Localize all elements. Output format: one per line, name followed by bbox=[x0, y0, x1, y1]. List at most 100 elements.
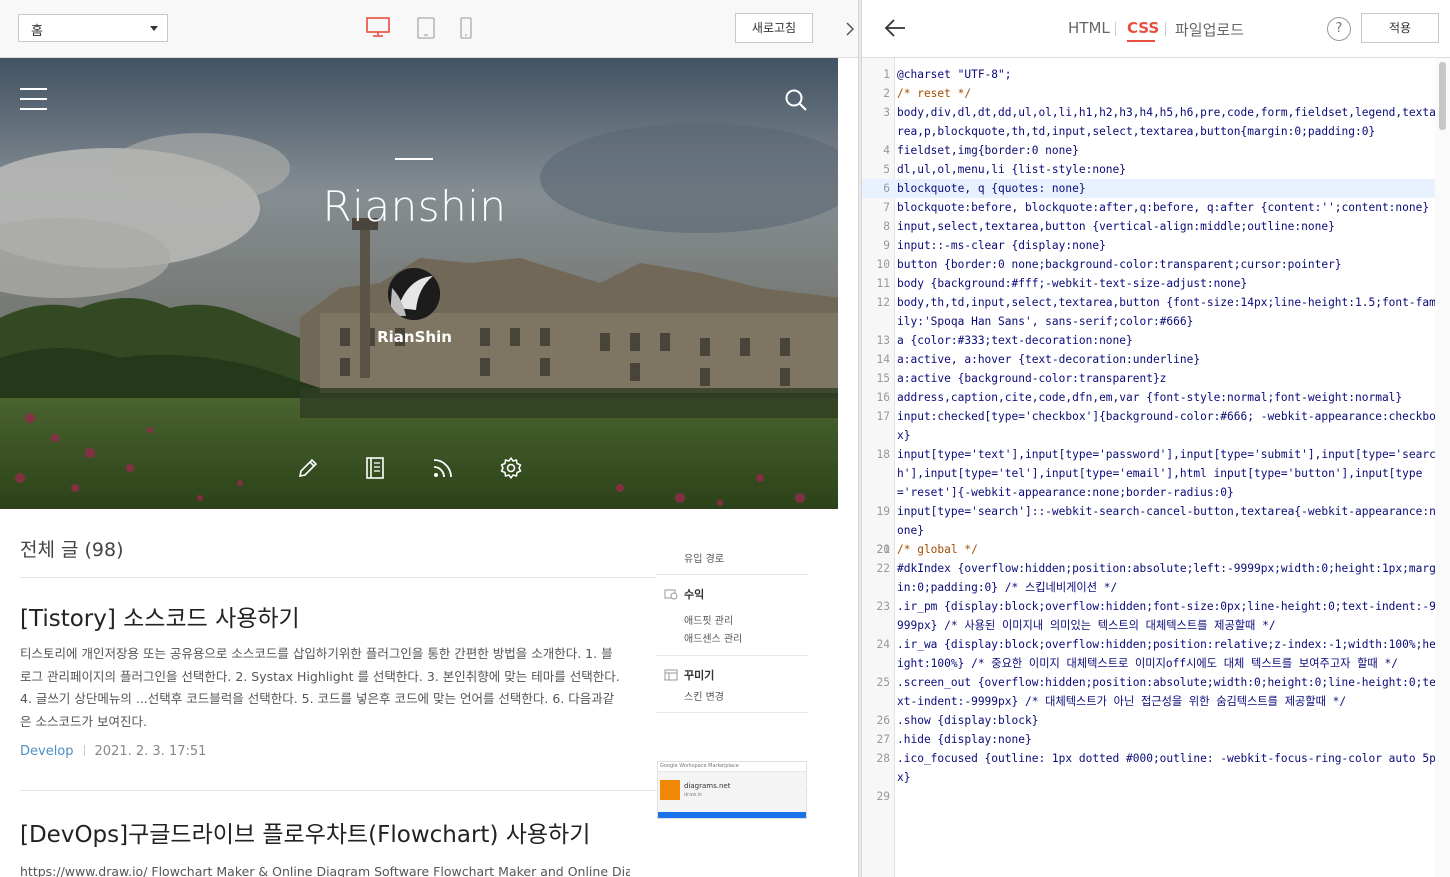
code-line[interactable]: 24 .ir_wa {display:block;overflow:hidden;… bbox=[862, 635, 1446, 673]
code-line[interactable]: 11 body {background:#fff;-webkit-text-siz… bbox=[862, 274, 1446, 293]
code-line[interactable]: 4 fieldset,img{border:0 none} bbox=[862, 141, 1446, 160]
code-line[interactable]: 12 body,th,td,input,select,textarea,butto… bbox=[862, 293, 1446, 331]
code-text[interactable]: input[type='search']::-webkit-search-can… bbox=[897, 502, 1437, 540]
code-line[interactable]: 8 input,select,textarea,button {vertical-… bbox=[862, 217, 1446, 236]
code-line[interactable]: 27 .hide {display:none} bbox=[862, 730, 1446, 749]
code-line[interactable]: 1 @charset "UTF-8"; bbox=[862, 65, 1446, 84]
revenue-icon bbox=[664, 589, 678, 600]
code-line[interactable]: 2 /* reset */ bbox=[862, 84, 1446, 103]
code-text[interactable]: body,div,dl,dt,dd,ul,ol,li,h1,h2,h3,h4,h… bbox=[897, 103, 1437, 141]
code-text[interactable]: blockquote:before, blockquote:after,q:be… bbox=[897, 198, 1437, 217]
gear-icon[interactable] bbox=[499, 456, 523, 480]
code-text[interactable]: input::-ms-clear {display:none} bbox=[897, 236, 1437, 255]
all-posts-heading: 전체 글 (98) bbox=[20, 539, 124, 561]
tab-file-upload[interactable]: 파일업로드 bbox=[1175, 19, 1244, 40]
code-text[interactable]: /* global */ bbox=[897, 540, 1437, 559]
code-line[interactable]: 14 a:active, a:hover {text-decoration:und… bbox=[862, 350, 1446, 369]
code-line[interactable]: 6 blockquote, q {quotes: none} bbox=[862, 179, 1446, 198]
code-line[interactable]: 28 .ico_focused {outline: 1px dotted #000… bbox=[862, 749, 1446, 787]
admin-dropdown-menu: 유입 경로 수익 애드핏 관리 애드센스 관리 꾸미기 스킨 변경 bbox=[656, 542, 808, 772]
code-text[interactable]: button {border:0 none;background-color:t… bbox=[897, 255, 1437, 274]
code-text[interactable]: dl,ul,ol,menu,li {list-style:none} bbox=[897, 160, 1437, 179]
menu-item-adsense[interactable]: 애드센스 관리 bbox=[684, 630, 742, 645]
code-line[interactable]: 23 .ir_pm {display:block;overflow:hidden;… bbox=[862, 597, 1446, 635]
search-icon[interactable] bbox=[784, 88, 808, 112]
menu-item-adfit[interactable]: 애드핏 관리 bbox=[684, 612, 733, 627]
code-line[interactable]: 26 .show {display:block} bbox=[862, 711, 1446, 730]
code-text[interactable]: @charset "UTF-8"; bbox=[897, 65, 1437, 84]
menu-icon[interactable] bbox=[20, 88, 47, 110]
post-excerpt[interactable]: https://www.draw.io/ Flowchart Maker & O… bbox=[20, 861, 630, 877]
code-text[interactable]: blockquote, q {quotes: none} bbox=[897, 179, 1437, 198]
scrollbar-thumb[interactable] bbox=[1439, 62, 1446, 130]
code-line[interactable]: 18 input[type='text'],input[type='passwor… bbox=[862, 445, 1446, 502]
post-excerpt[interactable]: 티스토리에 개인저장용 또는 공유용으로 소스코드를 삽입하기위한 플러그인을 … bbox=[20, 643, 624, 733]
code-text[interactable]: .show {display:block} bbox=[897, 711, 1437, 730]
code-text[interactable]: a {color:#333;text-decoration:none} bbox=[897, 331, 1437, 350]
code-text[interactable]: #dkIndex {overflow:hidden;position:absol… bbox=[897, 559, 1437, 597]
page-select[interactable]: 홈 bbox=[18, 14, 168, 42]
menu-item-revenue[interactable]: 수익 bbox=[684, 586, 704, 602]
blog-title[interactable]: Rianshin bbox=[0, 182, 829, 231]
code-text[interactable]: a:active {background-color:transparent}z bbox=[897, 369, 1437, 388]
code-text[interactable]: input[type='text'],input[type='password'… bbox=[897, 445, 1437, 502]
code-line[interactable]: 13 a {color:#333;text-decoration:none} bbox=[862, 331, 1446, 350]
tablet-view-icon[interactable] bbox=[417, 17, 435, 39]
code-line[interactable]: 22 #dkIndex {overflow:hidden;position:abs… bbox=[862, 559, 1446, 597]
post-date: 2021. 2. 3. 17:51 bbox=[94, 744, 207, 759]
code-text[interactable]: input,select,textarea,button {vertical-a… bbox=[897, 217, 1437, 236]
post-title[interactable]: [DevOps]구글드라이브 플로우차트(Flowchart) 사용하기 bbox=[20, 815, 590, 849]
code-text[interactable]: input:checked[type='checkbox']{backgroun… bbox=[897, 407, 1437, 445]
code-line[interactable]: 17 input:checked[type='checkbox']{backgro… bbox=[862, 407, 1446, 445]
mobile-view-icon[interactable] bbox=[460, 17, 472, 39]
menu-item-skin-change[interactable]: 스킨 변경 bbox=[684, 688, 724, 703]
code-editor[interactable]: 1 @charset "UTF-8"; 2 /* reset */ 3 body,div,… bbox=[862, 58, 1450, 877]
tab-html[interactable]: HTML bbox=[1068, 19, 1110, 37]
code-text[interactable]: .ico_focused {outline: 1px dotted #000;o… bbox=[897, 749, 1437, 787]
menu-item-decorate[interactable]: 꾸미기 bbox=[684, 667, 714, 683]
preview-toolbar: 홈 새로고침 bbox=[0, 0, 838, 58]
tab-css[interactable]: CSS bbox=[1127, 19, 1159, 37]
code-text[interactable]: .screen_out {overflow:hidden;position:ab… bbox=[897, 673, 1437, 711]
pencil-icon[interactable] bbox=[296, 456, 320, 480]
desktop-view-icon[interactable] bbox=[366, 17, 390, 37]
line-number: 28 bbox=[876, 752, 890, 765]
code-line[interactable]: 9 input::-ms-clear {display:none} bbox=[862, 236, 1446, 255]
code-text[interactable]: a:active, a:hover {text-decoration:under… bbox=[897, 350, 1437, 369]
post-category-link[interactable]: Develop bbox=[20, 744, 74, 759]
refresh-button[interactable]: 새로고침 bbox=[735, 13, 813, 43]
code-text[interactable]: .hide {display:none} bbox=[897, 730, 1437, 749]
line-number: 5 bbox=[883, 163, 890, 176]
code-line[interactable]: 15 a:active {background-color:transparent… bbox=[862, 369, 1446, 388]
code-text[interactable]: fieldset,img{border:0 none} bbox=[897, 141, 1437, 160]
apply-button[interactable]: 적용 bbox=[1361, 13, 1439, 43]
code-line[interactable]: 3 body,div,dl,dt,dd,ul,ol,li,h1,h2,h3,h4,… bbox=[862, 103, 1446, 141]
code-text[interactable]: body {background:#fff;-webkit-text-size-… bbox=[897, 274, 1437, 293]
post-title[interactable]: [Tistory] 소스코드 사용하기 bbox=[20, 599, 300, 633]
code-line[interactable]: 5 dl,ul,ol,menu,li {list-style:none} bbox=[862, 160, 1446, 179]
code-line[interactable]: 10 button {border:0 none;background-color… bbox=[862, 255, 1446, 274]
code-line[interactable]: 19 input[type='search']::-webkit-search-c… bbox=[862, 502, 1446, 540]
code-text[interactable]: address,caption,cite,code,dfn,em,var {fo… bbox=[897, 388, 1437, 407]
editor-scrollbar[interactable] bbox=[1435, 58, 1450, 877]
code-text[interactable]: /* reset */ bbox=[897, 84, 1437, 103]
menu-item-visit-path[interactable]: 유입 경로 bbox=[684, 550, 724, 565]
code-text[interactable]: .ir_pm {display:block;overflow:hidden;fo… bbox=[897, 597, 1437, 635]
post-thumbnail[interactable]: Google Workspace Marketplace diagrams.ne… bbox=[657, 761, 807, 819]
rss-icon[interactable] bbox=[431, 456, 455, 480]
code-line[interactable]: 25 .screen_out {overflow:hidden;position:… bbox=[862, 673, 1446, 711]
help-button[interactable]: ? bbox=[1327, 17, 1351, 41]
code-line[interactable]: 21 /* global */ bbox=[862, 540, 1446, 559]
code-text[interactable]: body,th,td,input,select,textarea,button … bbox=[897, 293, 1437, 331]
back-arrow-icon[interactable] bbox=[884, 18, 906, 38]
line-number: 6 bbox=[883, 182, 890, 195]
line-number: 17 bbox=[876, 410, 890, 423]
chevron-right-icon[interactable] bbox=[846, 22, 854, 36]
code-line[interactable]: 7 blockquote:before, blockquote:after,q:b… bbox=[862, 198, 1446, 217]
post-manage-icon[interactable] bbox=[363, 456, 387, 480]
thumbnail-header: Google Workspace Marketplace bbox=[660, 763, 739, 769]
code-line[interactable]: 16 address,caption,cite,code,dfn,em,var {… bbox=[862, 388, 1446, 407]
code-text[interactable]: .ir_wa {display:block;overflow:hidden;po… bbox=[897, 635, 1437, 673]
line-number: 2 bbox=[883, 87, 890, 100]
line-number: 10 bbox=[876, 258, 890, 271]
